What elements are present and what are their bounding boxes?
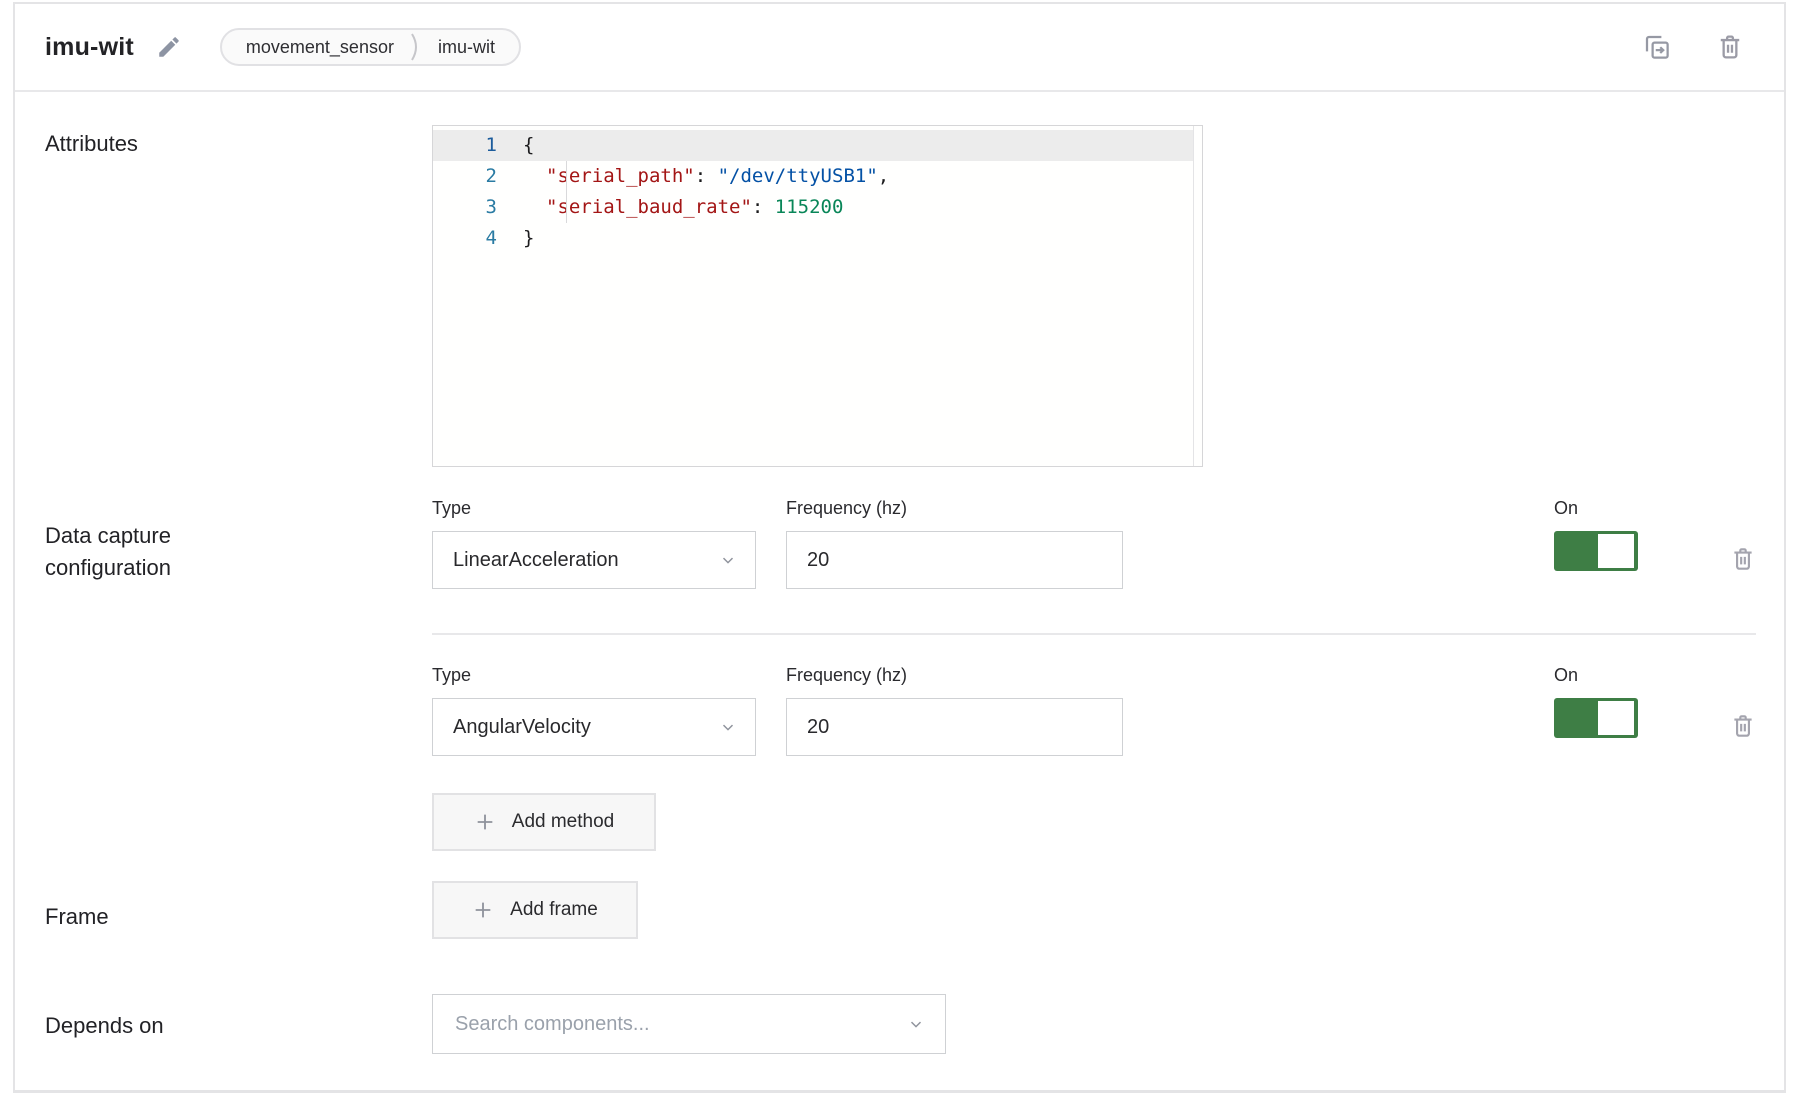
breadcrumb: movement_sensor imu-wit xyxy=(220,28,521,66)
add-method-label: Add method xyxy=(512,811,614,833)
duplicate-component-button[interactable] xyxy=(1642,32,1672,62)
frequency-field: Frequency (hz) xyxy=(786,664,1123,756)
type-select[interactable]: LinearAcceleration xyxy=(432,531,756,589)
line-number: 4 xyxy=(433,223,523,254)
trash-icon xyxy=(1730,545,1756,573)
delete-capture-row-button[interactable] xyxy=(1730,545,1756,573)
depends-on-select[interactable] xyxy=(432,994,946,1054)
toggle-label: On xyxy=(1554,664,1638,686)
chevron-down-icon xyxy=(907,1015,925,1033)
line-number: 3 xyxy=(433,192,523,223)
capture-on-toggle[interactable] xyxy=(1554,698,1638,738)
frequency-field: Frequency (hz) xyxy=(786,497,1123,589)
delete-capture-row-button[interactable] xyxy=(1730,712,1756,740)
trash-icon xyxy=(1730,712,1756,740)
type-field: Type LinearAcceleration xyxy=(432,497,756,589)
frequency-label: Frequency (hz) xyxy=(786,664,1123,686)
capture-toggle-field: On xyxy=(1554,664,1638,738)
toggle-knob xyxy=(1598,534,1634,568)
attributes-json-editor[interactable]: 1 { 2 "serial_path": "/dev/ttyUSB1", 3 "… xyxy=(432,125,1203,467)
breadcrumb-parent: movement_sensor xyxy=(246,37,394,58)
frequency-input[interactable] xyxy=(786,531,1123,589)
editor-scrollbar[interactable] xyxy=(1193,126,1194,466)
capture-toggle-field: On xyxy=(1554,497,1638,571)
toggle-label: On xyxy=(1554,497,1638,519)
code-line: 3 "serial_baud_rate": 115200 xyxy=(433,192,1193,223)
search-components-input[interactable] xyxy=(455,1013,907,1036)
add-method-button[interactable]: Add method xyxy=(432,793,656,851)
chevron-down-icon xyxy=(719,551,737,569)
pencil-icon xyxy=(156,34,182,60)
code-line: 1 { xyxy=(433,130,1193,161)
delete-component-button[interactable] xyxy=(1716,32,1744,62)
add-frame-button[interactable]: Add frame xyxy=(432,881,638,939)
toggle-knob xyxy=(1598,701,1634,735)
frequency-label: Frequency (hz) xyxy=(786,497,1123,519)
depends-on-section-label: Depends on xyxy=(45,1010,164,1042)
line-number: 1 xyxy=(433,130,523,161)
type-select[interactable]: AngularVelocity xyxy=(432,698,756,756)
type-label: Type xyxy=(432,664,756,686)
edit-name-button[interactable] xyxy=(156,34,182,60)
capture-method-row: Type AngularVelocity Frequency (hz) On xyxy=(432,664,1756,756)
type-field: Type AngularVelocity xyxy=(432,664,756,756)
capture-on-toggle[interactable] xyxy=(1554,531,1638,571)
attributes-section-label: Attributes xyxy=(45,128,138,160)
component-name-title: imu-wit xyxy=(45,33,134,62)
plus-icon xyxy=(474,811,496,833)
chevron-right-icon xyxy=(410,32,422,62)
frequency-input[interactable] xyxy=(786,698,1123,756)
type-selected-value: AngularVelocity xyxy=(453,716,719,739)
row-divider xyxy=(432,633,1756,635)
breadcrumb-current: imu-wit xyxy=(438,37,495,58)
duplicate-icon xyxy=(1642,32,1672,62)
frame-section-label: Frame xyxy=(45,901,109,933)
trash-icon xyxy=(1716,32,1744,62)
component-config-card: imu-wit movement_sensor imu-wit xyxy=(13,2,1786,1093)
add-frame-label: Add frame xyxy=(510,899,598,921)
code-line: 2 "serial_path": "/dev/ttyUSB1", xyxy=(433,161,1193,192)
indent-guide xyxy=(566,161,567,223)
data-capture-section-label: Data capture configuration xyxy=(45,520,265,584)
chevron-down-icon xyxy=(719,718,737,736)
card-header: imu-wit movement_sensor imu-wit xyxy=(15,4,1784,92)
code-line: 4 } xyxy=(433,223,1193,254)
line-number: 2 xyxy=(433,161,523,192)
type-selected-value: LinearAcceleration xyxy=(453,549,719,572)
capture-method-row: Type LinearAcceleration Frequency (hz) O… xyxy=(432,497,1756,589)
type-label: Type xyxy=(432,497,756,519)
plus-icon xyxy=(472,899,494,921)
